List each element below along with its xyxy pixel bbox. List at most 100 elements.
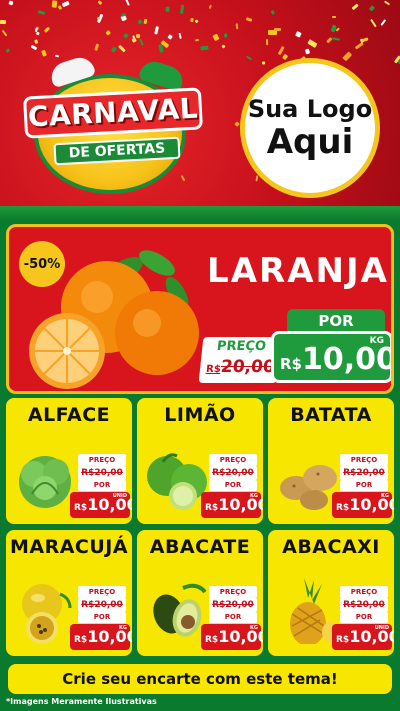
confetti-piece <box>224 33 228 38</box>
new-price: R$10,00UNID <box>70 492 132 518</box>
confetti-piece <box>274 27 282 31</box>
confetti-piece <box>131 37 137 44</box>
old-price: R$20,00 <box>209 466 257 480</box>
confetti-piece <box>383 0 390 6</box>
confetti-piece <box>354 41 364 50</box>
price-prefix: R$ <box>74 635 88 645</box>
confetti-piece <box>124 0 130 6</box>
confetti-piece <box>165 6 170 12</box>
lettuce-icon <box>19 456 71 508</box>
confetti-piece <box>189 17 194 22</box>
confetti-piece <box>370 18 377 27</box>
confetti-piece <box>104 29 111 36</box>
confetti-piece <box>336 26 341 32</box>
product-name: ALFACE <box>27 404 111 426</box>
por-label: POR <box>340 612 388 623</box>
por-label: POR <box>78 480 126 491</box>
carnaval-logo: CARNAVAL DE OFERTAS <box>20 53 206 198</box>
featured-new-price-box: KG R$10,00 <box>271 331 394 383</box>
logo-text-line1: Sua Logo <box>247 95 373 123</box>
confetti-piece <box>41 49 48 57</box>
product-card[interactable]: ABACAXI PREÇOR$20,00PORR$10,00UNID <box>268 530 394 656</box>
featured-preco-label: PREÇO <box>216 339 267 354</box>
confetti-piece <box>255 175 259 182</box>
preco-label: PREÇO <box>78 586 126 598</box>
old-price: R$20,00 <box>340 466 388 480</box>
preco-label: PREÇO <box>78 454 126 466</box>
old-price-prefix: R$ <box>205 364 222 375</box>
confetti-piece <box>268 30 277 35</box>
featured-old-price: R$20,00 <box>205 357 276 377</box>
confetti-piece <box>57 4 62 10</box>
confetti-piece <box>266 39 269 46</box>
new-price-prefix: R$ <box>280 355 302 373</box>
old-price-value: 20,00 <box>219 357 276 377</box>
confetti-piece <box>43 26 50 34</box>
confetti-piece <box>362 36 369 42</box>
confetti-piece <box>245 17 253 23</box>
confetti-piece <box>379 18 386 26</box>
product-name: ABACATE <box>149 536 251 558</box>
confetti-piece <box>305 48 311 55</box>
pineapple-icon <box>290 578 338 644</box>
price-prefix: R$ <box>205 503 219 513</box>
featured-new-price: R$10,00 <box>280 342 394 382</box>
featured-offer[interactable]: -50% LARANJA POR PREÇO R$20,00 KG R$10,0… <box>6 224 394 394</box>
preco-label: PREÇO <box>209 454 257 466</box>
confetti-piece <box>97 0 103 5</box>
old-price: R$20,00 <box>209 598 257 612</box>
new-price: R$10,00UNID <box>332 624 394 650</box>
product-card[interactable]: BATATA PREÇOR$20,00PORR$10,00KG <box>268 398 394 524</box>
confetti-piece <box>342 51 353 61</box>
confetti-piece <box>61 0 70 8</box>
price-unit: KG <box>119 625 127 631</box>
confetti-piece <box>122 32 129 39</box>
por-label: POR <box>78 612 126 623</box>
confetti-piece <box>143 18 148 24</box>
price-unit: KG <box>250 493 258 499</box>
confetti-piece <box>178 32 183 40</box>
confetti-piece <box>332 15 337 19</box>
new-price-value: 10,00 <box>302 342 394 377</box>
confetti-piece <box>212 33 220 42</box>
new-price: R$10,00KG <box>201 492 263 518</box>
confetti-piece <box>30 44 37 50</box>
price-prefix: R$ <box>336 503 350 513</box>
confetti-piece <box>332 36 341 41</box>
price-prefix: R$ <box>205 635 219 645</box>
featured-old-price-box: PREÇO R$20,00 <box>198 337 282 383</box>
product-name: ABACAXI <box>282 536 380 558</box>
confetti-piece <box>118 44 127 53</box>
discount-badge: -50% <box>19 241 65 287</box>
price-prefix: R$ <box>336 635 350 645</box>
confetti-piece <box>33 39 39 44</box>
product-card[interactable]: LIMÃO PREÇOR$20,00PORR$10,00KG <box>137 398 263 524</box>
price-prefix: R$ <box>74 503 88 513</box>
price-unit: KG <box>381 493 389 499</box>
confetti-piece <box>235 23 239 30</box>
old-price: R$20,00 <box>78 466 126 480</box>
new-price: R$10,00KG <box>70 624 132 650</box>
product-card[interactable]: MARACUJÁ PREÇOR$20,00PORR$10,00KG <box>6 530 132 656</box>
featured-por-label: POR <box>287 309 385 333</box>
por-label: POR <box>209 612 257 623</box>
confetti-piece <box>351 3 359 11</box>
confetti-piece <box>282 54 289 61</box>
potato-icon <box>280 465 337 510</box>
confetti-piece <box>194 39 200 42</box>
confetti-piece <box>221 44 226 49</box>
confetti-piece <box>51 0 58 9</box>
confetti-piece <box>194 18 200 24</box>
cta-button[interactable]: Crie seu encarte com este tema! <box>8 664 392 694</box>
confetti-piece <box>166 33 173 40</box>
confetti-piece <box>8 0 15 6</box>
product-card[interactable]: ALFACE PREÇOR$20,00PORR$10,00UNID <box>6 398 132 524</box>
old-price: R$20,00 <box>78 598 126 612</box>
product-name: BATATA <box>290 404 372 426</box>
confetti-piece <box>139 38 144 47</box>
confetti-piece <box>5 48 11 54</box>
preco-label: PREÇO <box>340 586 388 598</box>
product-card[interactable]: ABACATE PREÇOR$20,00PORR$10,00KG <box>137 530 263 656</box>
logo-placeholder[interactable]: Sua Logo Aqui <box>240 58 380 198</box>
por-label: POR <box>209 480 257 491</box>
